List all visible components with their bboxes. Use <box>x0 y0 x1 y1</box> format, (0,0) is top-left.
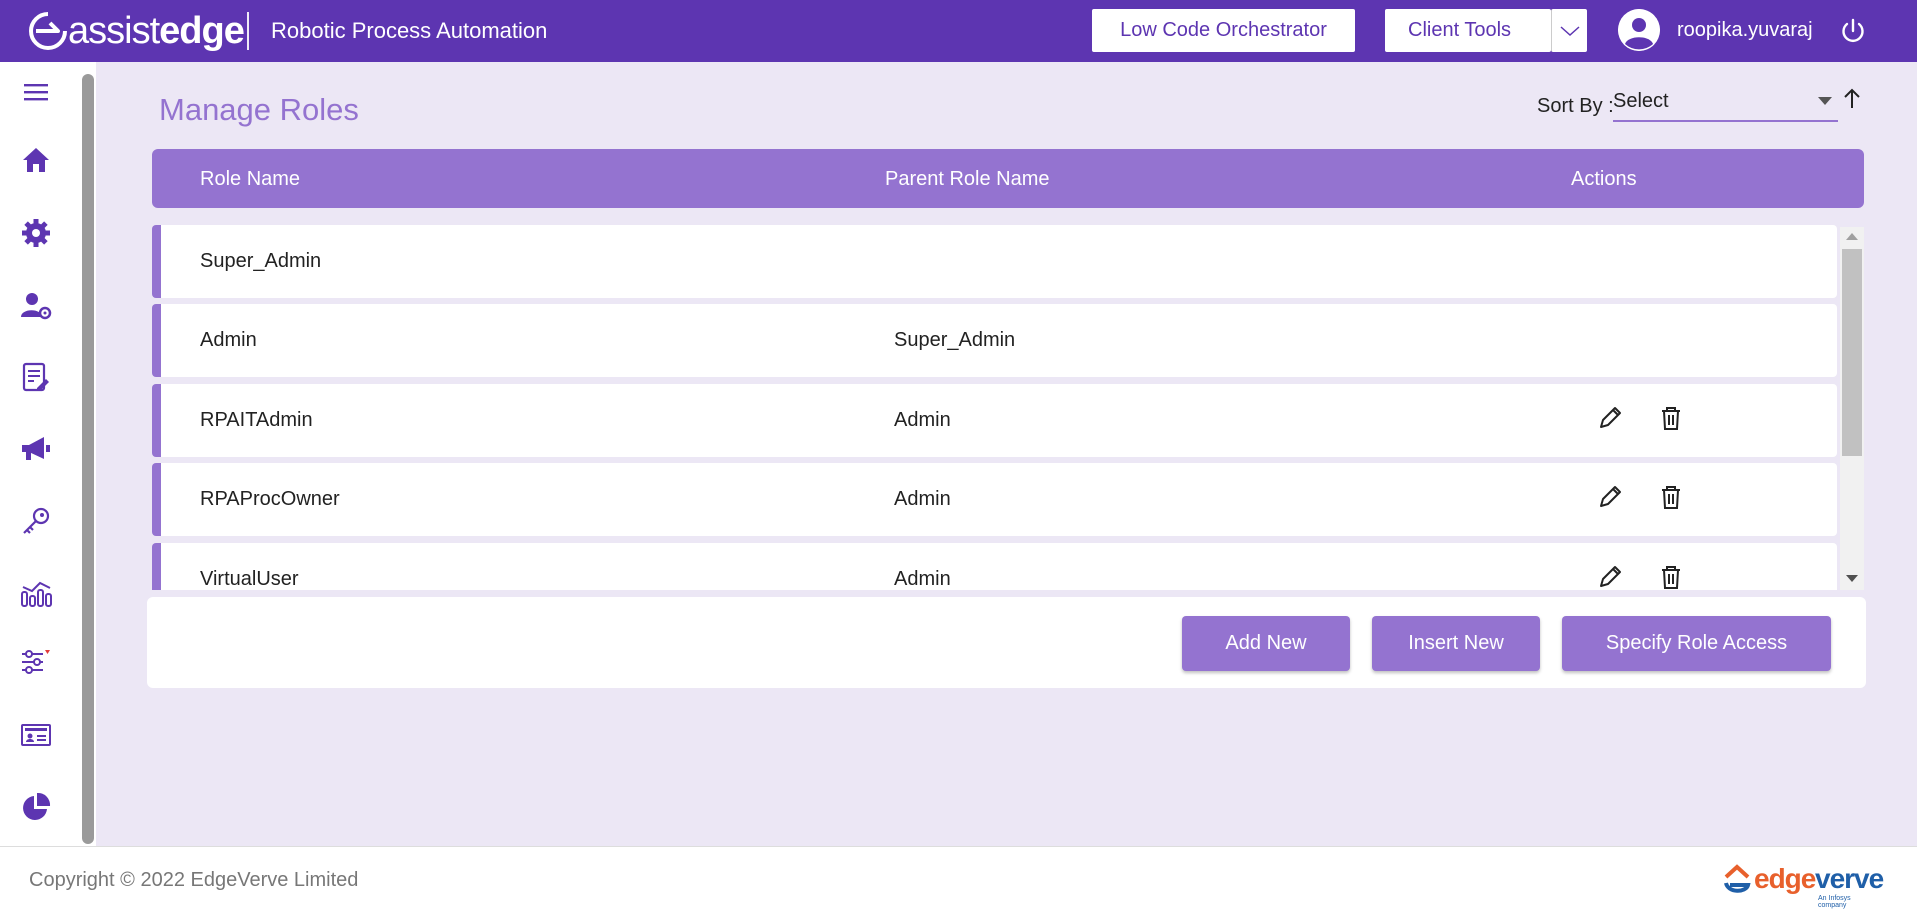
table-row[interactable]: Admin Super_Admin <box>152 304 1837 377</box>
user-icon <box>1618 9 1660 51</box>
top-bar: assistedge Robotic Process Automation Lo… <box>0 0 1917 62</box>
parent-role-name-cell: Admin <box>894 568 951 590</box>
assistedge-logo[interactable]: assistedge <box>28 9 245 53</box>
role-name-cell: Admin <box>200 329 257 351</box>
page-title: Manage Roles <box>159 92 359 127</box>
edit-pencil-icon[interactable] <box>1596 404 1624 432</box>
sort-direction-arrow-icon[interactable] <box>1842 88 1862 110</box>
table-row[interactable]: RPAITAdmin Admin <box>152 384 1837 457</box>
pie-chart-icon[interactable] <box>20 791 52 823</box>
copyright-text: Copyright © 2022 EdgeVerve Limited <box>29 869 359 891</box>
analytics-icon[interactable] <box>20 577 52 609</box>
role-name-cell: VirtualUser <box>200 568 299 590</box>
edge-logo-icon <box>29 12 67 50</box>
megaphone-icon[interactable] <box>20 433 52 465</box>
menu-icon[interactable] <box>20 76 52 108</box>
key-icon[interactable] <box>20 505 52 537</box>
role-name-cell: RPAITAdmin <box>200 409 313 431</box>
sort-by-value: Select <box>1613 90 1669 112</box>
edgeverve-logo: edge verve An Infosys company <box>1722 861 1884 909</box>
edit-pencil-icon[interactable] <box>1596 483 1624 511</box>
parent-role-name-cell: Admin <box>894 409 951 431</box>
logo-text-edge: edge <box>1754 863 1816 894</box>
table-header: Role Name Parent Role Name Actions <box>152 149 1864 208</box>
delete-trash-icon[interactable] <box>1657 563 1685 590</box>
table-scrollbar[interactable] <box>1840 227 1864 590</box>
avatar[interactable] <box>1618 9 1660 51</box>
edit-pencil-icon[interactable] <box>1596 563 1624 590</box>
column-header-role-name[interactable]: Role Name <box>200 168 300 191</box>
chevron-down-icon <box>1560 25 1579 36</box>
column-header-actions: Actions <box>1571 168 1637 190</box>
sidebar-scrollbar[interactable] <box>82 74 94 844</box>
scrollbar-thumb[interactable] <box>1842 249 1862 456</box>
dropdown-caret-icon <box>1818 97 1832 105</box>
edit-document-icon[interactable] <box>20 361 52 393</box>
sort-by-select[interactable]: Select <box>1613 88 1838 122</box>
brand-name: assistedge <box>68 10 245 52</box>
username[interactable]: roopika.yuvaraj <box>1677 19 1813 42</box>
scroll-down-arrow-icon[interactable] <box>1846 575 1858 582</box>
edgeverve-mark-icon <box>1724 864 1751 893</box>
scroll-up-arrow-icon[interactable] <box>1846 233 1858 240</box>
sidebar <box>0 62 96 846</box>
delete-trash-icon[interactable] <box>1657 483 1685 511</box>
add-new-button[interactable]: Add New <box>1182 616 1350 671</box>
footer: Copyright © 2022 EdgeVerve Limited edge … <box>0 846 1917 910</box>
user-settings-icon[interactable] <box>20 289 52 321</box>
action-button-panel: Add New Insert New Specify Role Access <box>147 597 1866 688</box>
insert-new-button[interactable]: Insert New <box>1372 616 1540 671</box>
role-name-cell: Super_Admin <box>200 250 322 272</box>
specify-role-access-button[interactable]: Specify Role Access <box>1562 616 1831 671</box>
id-card-icon[interactable] <box>20 719 52 751</box>
column-header-parent-role-name[interactable]: Parent Role Name <box>885 168 1050 191</box>
parent-role-name-cell: Super_Admin <box>894 329 1016 351</box>
client-tools-button[interactable]: Client Tools <box>1385 9 1551 52</box>
logo-text-verve: verve <box>1815 863 1884 894</box>
client-tools-dropdown-toggle[interactable] <box>1551 9 1587 52</box>
table-row[interactable]: Super_Admin <box>152 225 1837 298</box>
filter-settings-icon[interactable] <box>20 646 52 678</box>
table-row[interactable]: RPAProcOwner Admin <box>152 463 1837 536</box>
low-code-orchestrator-button[interactable]: Low Code Orchestrator <box>1092 9 1355 52</box>
table-row[interactable]: VirtualUser Admin <box>152 543 1837 590</box>
role-name-cell: RPAProcOwner <box>200 488 340 510</box>
home-icon[interactable] <box>20 144 52 176</box>
settings-icon[interactable] <box>20 217 52 249</box>
app-title: Robotic Process Automation <box>271 18 548 43</box>
sort-by-label: Sort By : <box>1537 95 1614 117</box>
parent-role-name-cell: Admin <box>894 488 951 510</box>
power-icon[interactable] <box>1839 17 1867 45</box>
delete-trash-icon[interactable] <box>1657 404 1685 432</box>
logo-tagline: An Infosys company <box>1818 895 1851 909</box>
header-divider <box>247 12 249 50</box>
roles-table-body: Super_Admin Admin Super_Admin RPAITAdmin… <box>152 223 1837 590</box>
